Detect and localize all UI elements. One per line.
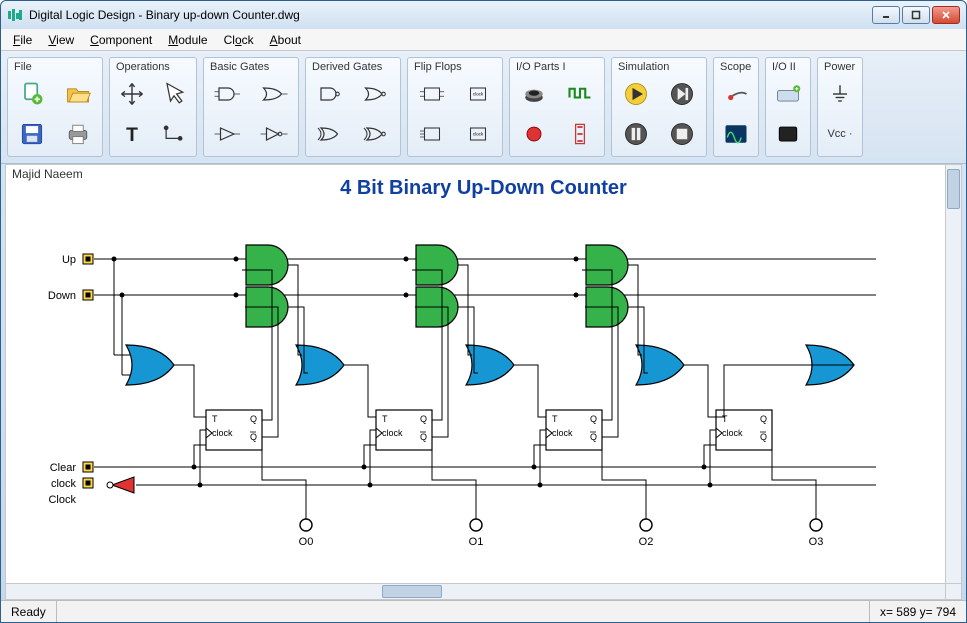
push-button-tool[interactable] xyxy=(514,76,554,112)
lbl-clkin: clock xyxy=(51,478,77,490)
author-label: Majid Naeem xyxy=(12,167,83,181)
pin-up xyxy=(83,254,93,264)
xor-gate-tool[interactable] xyxy=(310,116,350,152)
probe-tool[interactable] xyxy=(718,76,754,112)
clock-source-tool[interactable] xyxy=(560,76,600,112)
jk-ff-tool[interactable] xyxy=(412,116,452,152)
lbl-clock: Clock xyxy=(48,494,76,506)
pin-clear xyxy=(83,462,93,472)
seven-seg-tool[interactable] xyxy=(560,116,600,152)
stage-3: O3 xyxy=(716,345,854,548)
new-file-button[interactable] xyxy=(12,76,52,112)
titlebar: Digital Logic Design - Binary up-down Co… xyxy=(1,1,966,29)
wire-tool[interactable] xyxy=(156,116,192,152)
menu-module[interactable]: Module xyxy=(162,31,213,49)
pin-down xyxy=(83,290,93,300)
canvas[interactable]: Majid Naeem 4 Bit Binary Up-Down Counter… xyxy=(6,165,961,599)
and-gate-tool[interactable] xyxy=(208,76,248,112)
d-ff-tool[interactable]: clock xyxy=(458,76,498,112)
group-io-parts-1: I/O Parts I xyxy=(509,57,605,157)
group-io-2: I/O II xyxy=(765,57,811,157)
stage-1: O1 xyxy=(376,245,514,548)
diagram-title: 4 Bit Binary Up-Down Counter xyxy=(6,165,961,200)
canvas-area: Majid Naeem 4 Bit Binary Up-Down Counter… xyxy=(5,164,962,600)
led-tool[interactable] xyxy=(514,116,554,152)
status-ready: Ready xyxy=(1,601,57,622)
lbl-down: Down xyxy=(48,290,76,302)
or-gate-tool[interactable] xyxy=(254,76,294,112)
not-gate xyxy=(107,477,134,493)
vcc-tool[interactable]: Vcc · xyxy=(822,116,858,152)
menu-view[interactable]: View xyxy=(42,31,80,49)
group-basic-gates: Basic Gates xyxy=(203,57,299,157)
group-derived-gates: Derived Gates xyxy=(305,57,401,157)
menu-about[interactable]: About xyxy=(264,31,307,49)
vertical-scrollbar[interactable] xyxy=(945,165,961,583)
menu-file[interactable]: File xyxy=(7,31,38,49)
menubar: File View Component Module Clock About xyxy=(1,29,966,51)
display-tool[interactable] xyxy=(770,116,806,152)
text-tool[interactable]: T xyxy=(114,116,150,152)
keyboard-tool[interactable] xyxy=(770,76,806,112)
toolbar: File Operations T xyxy=(1,51,966,164)
print-button[interactable] xyxy=(58,116,98,152)
app-window: Digital Logic Design - Binary up-down Co… xyxy=(0,0,967,623)
maximize-button[interactable] xyxy=(902,6,930,24)
nor-gate-tool[interactable] xyxy=(356,76,396,112)
group-file: File xyxy=(7,57,103,157)
scroll-corner xyxy=(945,583,961,599)
ground-tool[interactable] xyxy=(822,76,858,112)
stop-button[interactable] xyxy=(662,116,702,152)
app-icon xyxy=(7,7,23,23)
scope-tool[interactable] xyxy=(718,116,754,152)
stage-0: O0 xyxy=(206,245,344,548)
pause-button[interactable] xyxy=(616,116,656,152)
step-button[interactable] xyxy=(662,76,702,112)
schematic-svg: T clock Q Q Up Down Clear clock Clock xyxy=(6,205,926,575)
group-operations: Operations T xyxy=(109,57,197,157)
not-gate-tool[interactable] xyxy=(254,116,294,152)
minimize-button[interactable] xyxy=(872,6,900,24)
nand-gate-tool[interactable] xyxy=(310,76,350,112)
svg-text:O3: O3 xyxy=(809,536,824,548)
svg-text:O2: O2 xyxy=(639,536,654,548)
svg-text:T: T xyxy=(126,125,138,146)
buffer-tool[interactable] xyxy=(208,116,248,152)
open-file-button[interactable] xyxy=(58,76,98,112)
svg-text:O1: O1 xyxy=(469,536,484,548)
select-tool[interactable] xyxy=(156,76,192,112)
svg-text:O0: O0 xyxy=(299,536,314,548)
move-tool[interactable] xyxy=(114,76,150,112)
sr-ff-tool[interactable] xyxy=(412,76,452,112)
horizontal-scrollbar[interactable] xyxy=(6,583,945,599)
statusbar: Ready x= 589 y= 794 xyxy=(1,600,966,622)
lbl-up: Up xyxy=(62,254,76,266)
window-title: Digital Logic Design - Binary up-down Co… xyxy=(29,8,872,22)
stage-2: O2 xyxy=(546,245,684,548)
run-button[interactable] xyxy=(616,76,656,112)
group-flipflops: Flip Flops clock clock xyxy=(407,57,503,157)
or-0 xyxy=(126,345,174,385)
menu-component[interactable]: Component xyxy=(84,31,158,49)
xnor-gate-tool[interactable] xyxy=(356,116,396,152)
close-button[interactable] xyxy=(932,6,960,24)
status-coords: x= 589 y= 794 xyxy=(869,601,966,622)
group-scope: Scope xyxy=(713,57,759,157)
pin-clock-in xyxy=(83,478,93,488)
group-simulation: Simulation xyxy=(611,57,707,157)
svg-text:clock: clock xyxy=(473,132,484,137)
group-power: Power Vcc · xyxy=(817,57,863,157)
menu-clock[interactable]: Clock xyxy=(218,31,260,49)
svg-text:clock: clock xyxy=(473,92,484,97)
save-button[interactable] xyxy=(12,116,52,152)
lbl-clear: Clear xyxy=(50,462,77,474)
t-ff-tool[interactable]: clock xyxy=(458,116,498,152)
